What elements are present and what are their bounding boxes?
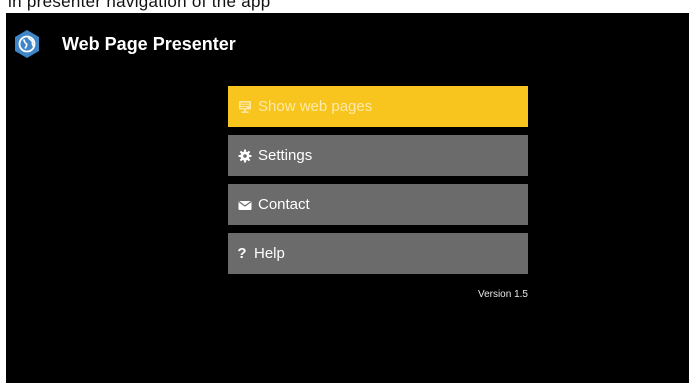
menu-item-label: Contact — [258, 196, 310, 213]
menu-item-label: Show web pages — [258, 98, 373, 115]
envelope-icon — [237, 197, 253, 213]
app-title: Web Page Presenter — [62, 34, 236, 54]
main-menu: Show web pages Settings Contact ? Help — [228, 86, 528, 282]
menu-item-label: Settings — [258, 147, 313, 164]
cropped-caption-strip: in presenter navigation of the app — [0, 0, 689, 13]
menu-item-show-web-pages[interactable]: Show web pages — [228, 86, 528, 127]
version-label: Version 1.5 — [477, 289, 528, 300]
app-bar: Web Page Presenter — [6, 13, 689, 79]
menu-item-settings[interactable]: Settings — [228, 135, 528, 176]
menu-item-label: Help — [254, 245, 285, 262]
menu-item-help[interactable]: ? Help — [228, 233, 528, 274]
app-screen: Web Page Presenter Show web pages Settin… — [6, 13, 689, 383]
gear-icon — [237, 148, 253, 164]
menu-item-contact[interactable]: Contact — [228, 184, 528, 225]
cropped-caption-text: in presenter navigation of the app — [8, 0, 271, 11]
monitor-icon — [237, 99, 253, 115]
globe-icon — [12, 29, 42, 59]
question-icon: ? — [237, 245, 247, 262]
